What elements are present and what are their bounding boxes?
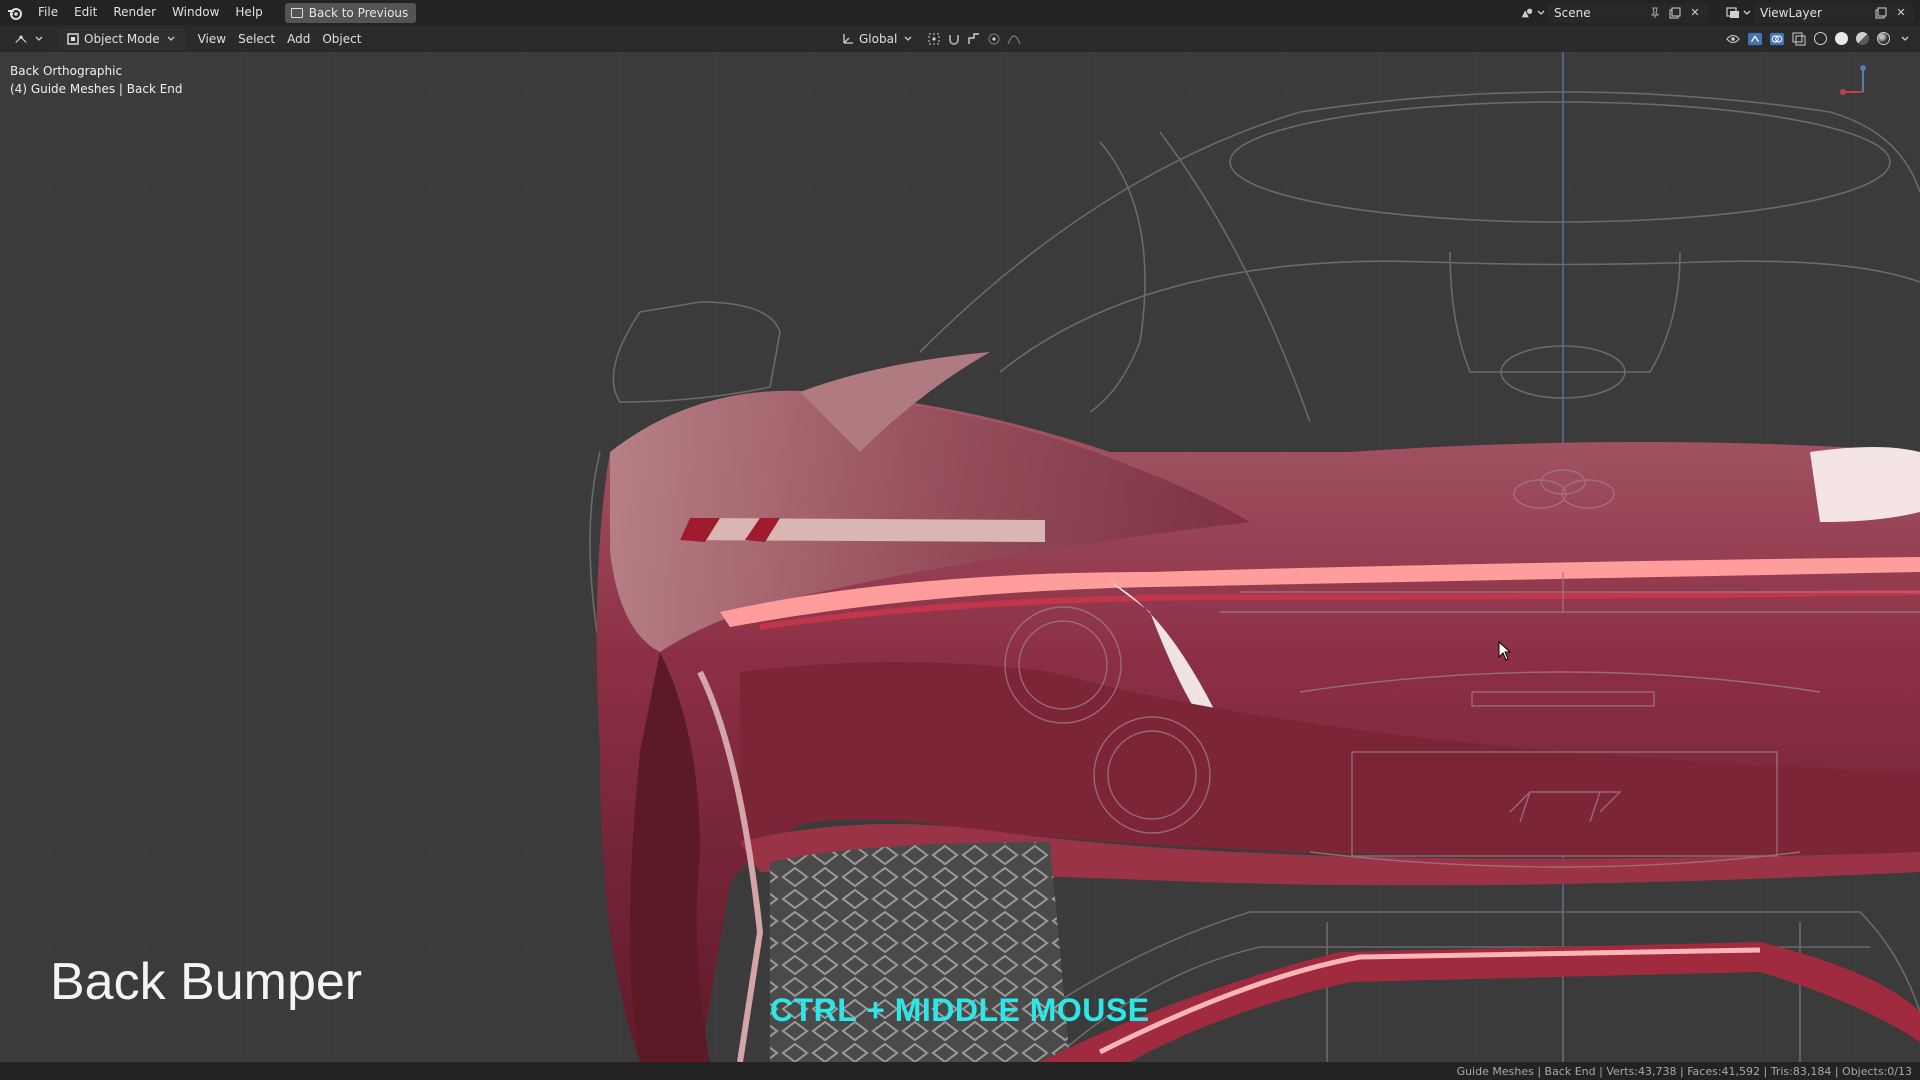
wireframe-shading-icon[interactable]: [1814, 32, 1827, 45]
menu-help[interactable]: Help: [227, 0, 270, 25]
object-mode-dropdown[interactable]: Object Mode: [58, 27, 186, 50]
gizmo-toggle-icon[interactable]: [1748, 32, 1762, 46]
shortcut-hint: CTRL + MIDDLE MOUSE: [770, 992, 1150, 1028]
menu-select[interactable]: Select: [232, 28, 281, 50]
object-mode-icon: [66, 32, 80, 46]
collection-info: (4) Guide Meshes | Back End: [10, 82, 183, 96]
scene-selector-icon[interactable]: [1520, 6, 1534, 20]
chevron-down-icon: [1534, 6, 1548, 20]
rendered-shading-icon[interactable]: [1877, 32, 1890, 45]
menu-view[interactable]: View: [192, 28, 232, 50]
viewport-header: Object Mode View Select Add Object Globa…: [0, 25, 1920, 52]
overlays-toggle-icon[interactable]: [1770, 32, 1784, 46]
view-layer-field[interactable]: ViewLayer ✕: [1754, 2, 1914, 23]
snap-icon[interactable]: [947, 32, 961, 46]
pivot-point-icon[interactable]: [927, 32, 941, 46]
solid-shading-icon[interactable]: [1835, 32, 1848, 45]
proportional-editing-icon[interactable]: [987, 32, 1001, 46]
falloff-curve-icon[interactable]: [1007, 32, 1021, 46]
blender-logo-icon[interactable]: [0, 0, 30, 25]
status-bar: Guide Meshes | Back End | Verts:43,738 |…: [0, 1062, 1920, 1080]
overlay-title: Back Bumper: [50, 953, 363, 1011]
transform-orientation-label: Global: [859, 31, 898, 46]
editor-type-button[interactable]: [8, 28, 52, 50]
object-mode-label: Object Mode: [84, 31, 160, 46]
new-scene-icon[interactable]: [1668, 6, 1682, 20]
viewport-info: Back Orthographic (4) Guide Meshes | Bac…: [10, 62, 183, 98]
viewport-canvas: [0, 52, 1920, 1062]
menu-render[interactable]: Render: [105, 0, 164, 25]
back-to-previous-button[interactable]: Back to Previous: [284, 2, 417, 23]
menu-file[interactable]: File: [30, 0, 66, 25]
menu-object[interactable]: Object: [316, 28, 367, 50]
top-menu-bar: File Edit Render Window Help Back to Pre…: [0, 0, 1920, 25]
material-preview-icon[interactable]: [1856, 32, 1869, 45]
menu-edit[interactable]: Edit: [66, 0, 105, 25]
new-view-layer-icon[interactable]: [1874, 6, 1888, 20]
close-icon[interactable]: ✕: [1688, 6, 1702, 20]
chevron-down-icon[interactable]: [1898, 32, 1912, 46]
visibility-eye-icon[interactable]: [1726, 32, 1740, 46]
scene-name: Scene: [1554, 5, 1591, 20]
menu-add[interactable]: Add: [281, 28, 316, 50]
close-icon[interactable]: ✕: [1894, 6, 1908, 20]
transform-orientation-dropdown[interactable]: Global: [835, 28, 921, 50]
menu-window[interactable]: Window: [164, 0, 227, 25]
chevron-down-icon: [32, 32, 46, 46]
back-to-previous-label: Back to Previous: [308, 5, 409, 20]
pin-icon[interactable]: [1648, 6, 1662, 20]
window-icon: [290, 7, 303, 18]
chevron-down-icon: [164, 32, 178, 46]
scene-name-field[interactable]: Scene ✕: [1548, 2, 1708, 23]
xray-toggle-icon[interactable]: [1792, 32, 1806, 46]
chevron-down-icon: [901, 32, 915, 46]
chevron-down-icon: [1740, 6, 1754, 20]
3d-viewport[interactable]: Back Orthographic (4) Guide Meshes | Bac…: [0, 52, 1920, 1062]
mouse-cursor-icon: [1498, 640, 1512, 664]
orientation-axes-icon: [841, 32, 855, 46]
view-layer-icon[interactable]: [1726, 6, 1740, 20]
snap-target-icon[interactable]: [967, 32, 981, 46]
viewport-editor-icon: [14, 32, 28, 46]
view-layer-name: ViewLayer: [1760, 5, 1822, 20]
view-name: Back Orthographic: [10, 64, 123, 78]
scene-statistics: Guide Meshes | Back End | Verts:43,738 |…: [1456, 1064, 1912, 1078]
